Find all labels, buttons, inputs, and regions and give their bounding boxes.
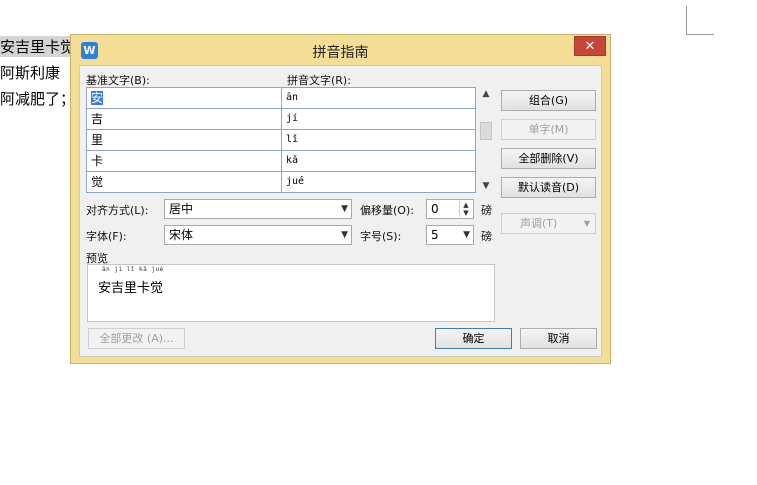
base-cell-text: 安 [91, 91, 104, 105]
base-cell[interactable]: 吉 [87, 109, 282, 129]
grid-row: 安 ān [87, 88, 475, 109]
chevron-down-icon: ▼ [583, 219, 590, 228]
base-text-label: 基准文字(B): [86, 74, 150, 87]
document-line-1[interactable]: 安吉里卡觉 [0, 36, 76, 57]
scroll-down-icon[interactable]: ▼ [479, 179, 493, 193]
pinyin-grid: 安 ān 吉 jí 里 lǐ 卡 kǎ 觉 jué [86, 87, 476, 193]
grid-scrollbar[interactable]: ▲ ▼ [479, 87, 493, 193]
close-button[interactable]: ✕ [574, 36, 606, 56]
pinyin-cell[interactable]: jí [282, 109, 475, 129]
pinyin-text-label: 拼音文字(R): [287, 74, 351, 87]
font-select[interactable]: 宋体 ▼ [164, 225, 352, 245]
page-corner-mark [686, 6, 689, 34]
offset-label: 偏移量(O): [360, 204, 414, 217]
pinyin-guide-dialog: W 拼音指南 ✕ 基准文字(B): 拼音文字(R): 安 ān 吉 jí 里 l… [70, 34, 611, 364]
spin-arrows-icon[interactable]: ▲ ▼ [459, 201, 472, 217]
single-char-button[interactable]: 单字(M) [501, 119, 596, 140]
size-select[interactable]: 5 ▼ [426, 225, 474, 245]
font-value: 宋体 [169, 228, 194, 242]
document-line-3[interactable]: 阿减肥了； [0, 88, 75, 109]
grid-row: 吉 jí [87, 109, 475, 130]
chevron-down-icon: ▼ [463, 230, 470, 240]
base-cell[interactable]: 里 [87, 130, 282, 150]
size-unit: 磅 [481, 230, 492, 243]
pinyin-cell[interactable]: lǐ [282, 130, 475, 150]
align-select[interactable]: 居中 ▼ [164, 199, 352, 219]
base-cell[interactable]: 觉 [87, 172, 282, 192]
align-value: 居中 [169, 202, 194, 216]
grid-row: 卡 kǎ [87, 151, 475, 172]
base-cell-text: 吉 [91, 112, 104, 126]
base-cell[interactable]: 卡 [87, 151, 282, 171]
dialog-title: 拼音指南 [312, 45, 369, 61]
cancel-button[interactable]: 取消 [520, 328, 597, 349]
preview-box: ān jí lǐ kǎ jué 安吉里卡觉 [87, 264, 495, 322]
dialog-titlebar[interactable]: W 拼音指南 ✕ [71, 35, 610, 65]
ok-button[interactable]: 确定 [435, 328, 512, 349]
dialog-body: 基准文字(B): 拼音文字(R): 安 ān 吉 jí 里 lǐ 卡 kǎ 觉 … [79, 65, 602, 357]
pinyin-cell[interactable]: kǎ [282, 151, 475, 171]
pinyin-cell[interactable]: ān [282, 88, 475, 108]
offset-unit: 磅 [481, 204, 492, 217]
apply-all-button[interactable]: 全部更改 (A)... [88, 328, 185, 349]
offset-stepper[interactable]: 0 ▲ ▼ [426, 199, 474, 219]
base-cell-text: 觉 [91, 175, 104, 189]
size-label: 字号(S): [360, 230, 402, 243]
combine-button[interactable]: 组合(G) [501, 90, 596, 111]
scroll-up-icon[interactable]: ▲ [479, 87, 493, 101]
scroll-thumb[interactable] [480, 122, 492, 140]
base-cell[interactable]: 安 [87, 88, 282, 108]
grid-row: 里 lǐ [87, 130, 475, 151]
tone-dropdown-button[interactable]: 声调(T) ▼ [501, 213, 596, 234]
font-label: 字体(F): [86, 230, 127, 243]
align-label: 对齐方式(L): [86, 204, 149, 217]
preview-text: 安吉里卡觉 [98, 281, 164, 296]
preview-pinyin: ān jí lǐ kǎ jué [102, 266, 164, 273]
base-cell-text: 里 [91, 133, 104, 147]
clear-all-button[interactable]: 全部删除(V) [501, 148, 596, 169]
pinyin-cell[interactable]: jué [282, 172, 475, 192]
chevron-down-icon: ▼ [341, 204, 348, 214]
page-corner-mark [686, 34, 714, 36]
default-reading-button[interactable]: 默认读音(D) [501, 177, 596, 198]
grid-row: 觉 jué [87, 172, 475, 193]
size-value: 5 [431, 228, 439, 242]
offset-value: 0 [431, 202, 439, 216]
document-line-2[interactable]: 阿斯利康 [0, 62, 60, 83]
chevron-down-icon: ▼ [341, 230, 348, 240]
base-cell-text: 卡 [91, 154, 104, 168]
tone-label: 声调(T) [520, 217, 558, 230]
